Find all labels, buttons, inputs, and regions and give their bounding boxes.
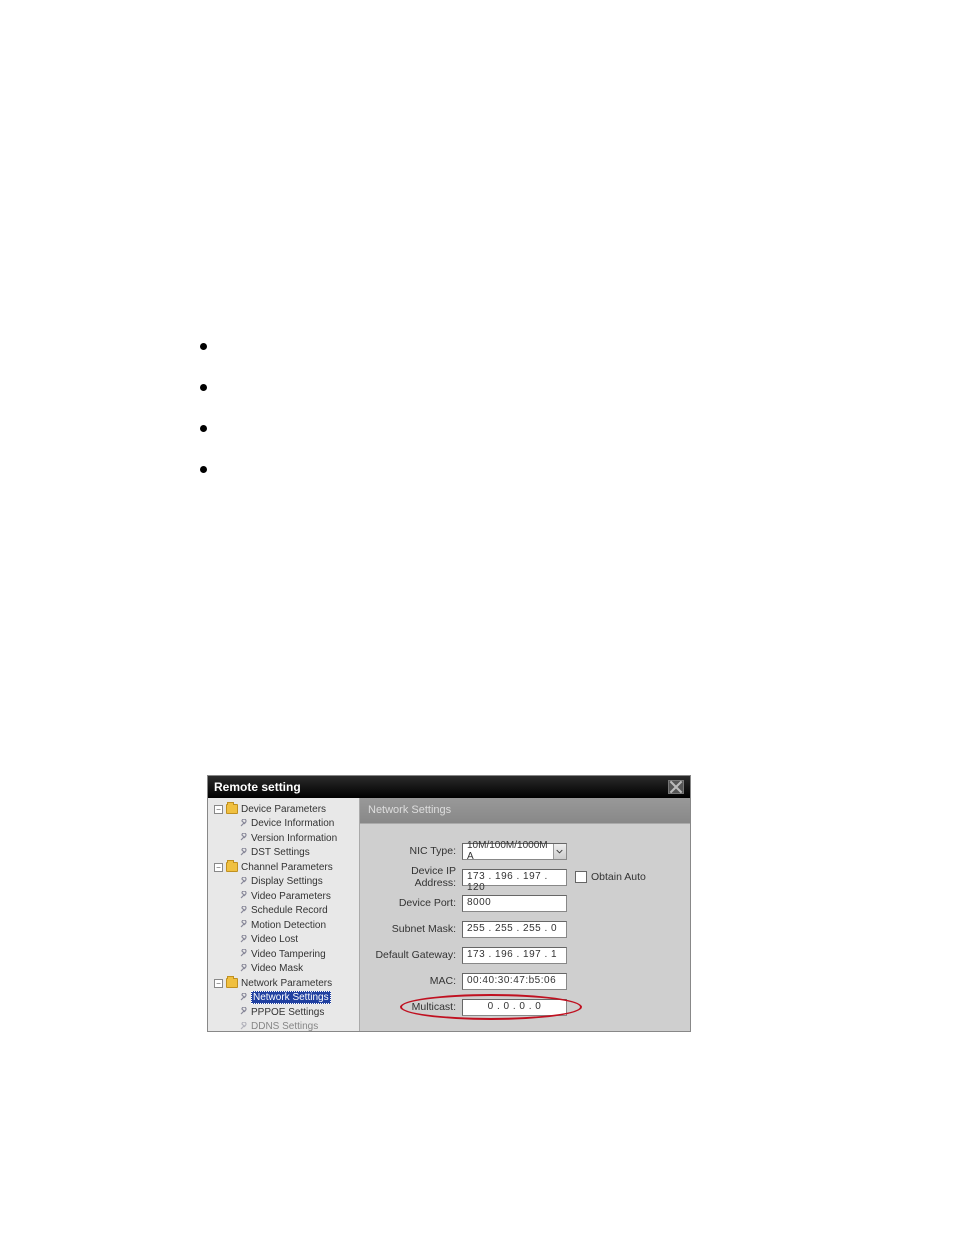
label-mac: MAC:: [368, 975, 462, 987]
label-default-gateway: Default Gateway:: [368, 949, 462, 961]
settings-tree: − Device Parameters Device Information V…: [208, 798, 360, 1031]
document-bullets: [200, 343, 207, 507]
tree-folder-device-parameters[interactable]: − Device Parameters: [210, 802, 357, 817]
dialog-title: Remote setting: [214, 780, 301, 794]
wrench-icon: [238, 906, 248, 916]
tree-item-video-lost[interactable]: Video Lost: [210, 933, 357, 948]
wrench-icon: [238, 920, 248, 930]
label-subnet-mask: Subnet Mask:: [368, 923, 462, 935]
tree-item-video-tampering[interactable]: Video Tampering: [210, 947, 357, 962]
tree-label-selected: Network Settings: [251, 991, 331, 1004]
wrench-icon: [238, 833, 248, 843]
wrench-icon: [238, 1007, 248, 1017]
folder-icon: [226, 862, 238, 872]
tree-item-version-information[interactable]: Version Information: [210, 831, 357, 846]
input-multicast[interactable]: 0 . 0 . 0 . 0: [462, 999, 567, 1016]
row-mac: MAC: 00:40:30:47:b5:06: [368, 972, 682, 990]
wrench-icon: [238, 935, 248, 945]
tree-label: DST Settings: [251, 847, 310, 858]
label-nic-type: NIC Type:: [368, 845, 462, 857]
tree-label: Device Information: [251, 818, 334, 829]
tree-label: Network Parameters: [241, 978, 332, 989]
folder-icon: [226, 804, 238, 814]
bullet-item: [200, 343, 207, 350]
label-obtain-auto: Obtain Auto: [591, 871, 646, 883]
chevron-down-icon: [553, 844, 566, 859]
tree-item-motion-detection[interactable]: Motion Detection: [210, 918, 357, 933]
wrench-icon: [238, 819, 248, 829]
wrench-icon: [238, 1022, 248, 1031]
close-button[interactable]: [668, 780, 684, 794]
input-default-gateway[interactable]: 173 . 196 . 197 . 1: [462, 947, 567, 964]
tree-item-network-settings[interactable]: Network Settings: [210, 991, 357, 1006]
tree-label: Display Settings: [251, 876, 323, 887]
tree-label: Video Parameters: [251, 891, 331, 902]
tree-item-schedule-record[interactable]: Schedule Record: [210, 904, 357, 919]
wrench-icon: [238, 877, 248, 887]
tree-label: Video Mask: [251, 963, 303, 974]
tree-label: Channel Parameters: [241, 862, 333, 873]
tree-item-device-information[interactable]: Device Information: [210, 817, 357, 832]
wrench-icon: [238, 964, 248, 974]
select-nic-type[interactable]: 10M/100M/1000M A: [462, 843, 567, 860]
collapse-icon[interactable]: −: [214, 979, 223, 988]
tree-item-display-settings[interactable]: Display Settings: [210, 875, 357, 890]
input-subnet-mask[interactable]: 255 . 255 . 255 . 0: [462, 921, 567, 938]
tree-item-pppoe-settings[interactable]: PPPOE Settings: [210, 1005, 357, 1020]
tree-label: Device Parameters: [241, 804, 326, 815]
panel-title: Network Settings: [360, 798, 690, 824]
row-device-port: Device Port: 8000: [368, 894, 682, 912]
row-nic-type: NIC Type: 10M/100M/1000M A: [368, 842, 682, 860]
collapse-icon[interactable]: −: [214, 863, 223, 872]
wrench-icon: [238, 891, 248, 901]
close-icon: [669, 780, 683, 794]
tree-label: PPPOE Settings: [251, 1007, 324, 1018]
label-device-port: Device Port:: [368, 897, 462, 909]
row-subnet-mask: Subnet Mask: 255 . 255 . 255 . 0: [368, 920, 682, 938]
input-mac[interactable]: 00:40:30:47:b5:06: [462, 973, 567, 990]
input-device-port[interactable]: 8000: [462, 895, 567, 912]
row-ip-address: Device IP Address: 173 . 196 . 197 . 120…: [368, 868, 682, 886]
row-default-gateway: Default Gateway: 173 . 196 . 197 . 1: [368, 946, 682, 964]
wrench-icon: [238, 949, 248, 959]
label-ip-address: Device IP Address:: [368, 865, 462, 889]
folder-icon: [226, 978, 238, 988]
bullet-item: [200, 384, 207, 391]
label-multicast: Multicast:: [368, 1001, 462, 1013]
row-multicast: Multicast: 0 . 0 . 0 . 0: [368, 998, 682, 1016]
tree-label: Motion Detection: [251, 920, 326, 931]
input-ip-address[interactable]: 173 . 196 . 197 . 120: [462, 869, 567, 886]
checkbox-obtain-auto[interactable]: [575, 871, 587, 883]
wrench-icon: [238, 848, 248, 858]
tree-label: Schedule Record: [251, 905, 328, 916]
tree-label: DDNS Settings: [251, 1021, 318, 1031]
tree-item-dst-settings[interactable]: DST Settings: [210, 846, 357, 861]
tree-item-ddns-settings[interactable]: DDNS Settings: [210, 1020, 357, 1032]
bullet-item: [200, 466, 207, 473]
collapse-icon[interactable]: −: [214, 805, 223, 814]
select-value: 10M/100M/1000M A: [467, 840, 553, 862]
tree-folder-network-parameters[interactable]: − Network Parameters: [210, 976, 357, 991]
network-settings-panel: Network Settings NIC Type: 10M/100M/1000…: [360, 798, 690, 1031]
tree-label: Version Information: [251, 833, 337, 844]
wrench-icon: [238, 993, 248, 1003]
tree-folder-channel-parameters[interactable]: − Channel Parameters: [210, 860, 357, 875]
tree-item-video-mask[interactable]: Video Mask: [210, 962, 357, 977]
remote-setting-dialog: Remote setting − Device Parameters Devic…: [207, 775, 691, 1032]
tree-label: Video Tampering: [251, 949, 326, 960]
tree-item-video-parameters[interactable]: Video Parameters: [210, 889, 357, 904]
dialog-titlebar: Remote setting: [208, 776, 690, 798]
tree-label: Video Lost: [251, 934, 298, 945]
bullet-item: [200, 425, 207, 432]
